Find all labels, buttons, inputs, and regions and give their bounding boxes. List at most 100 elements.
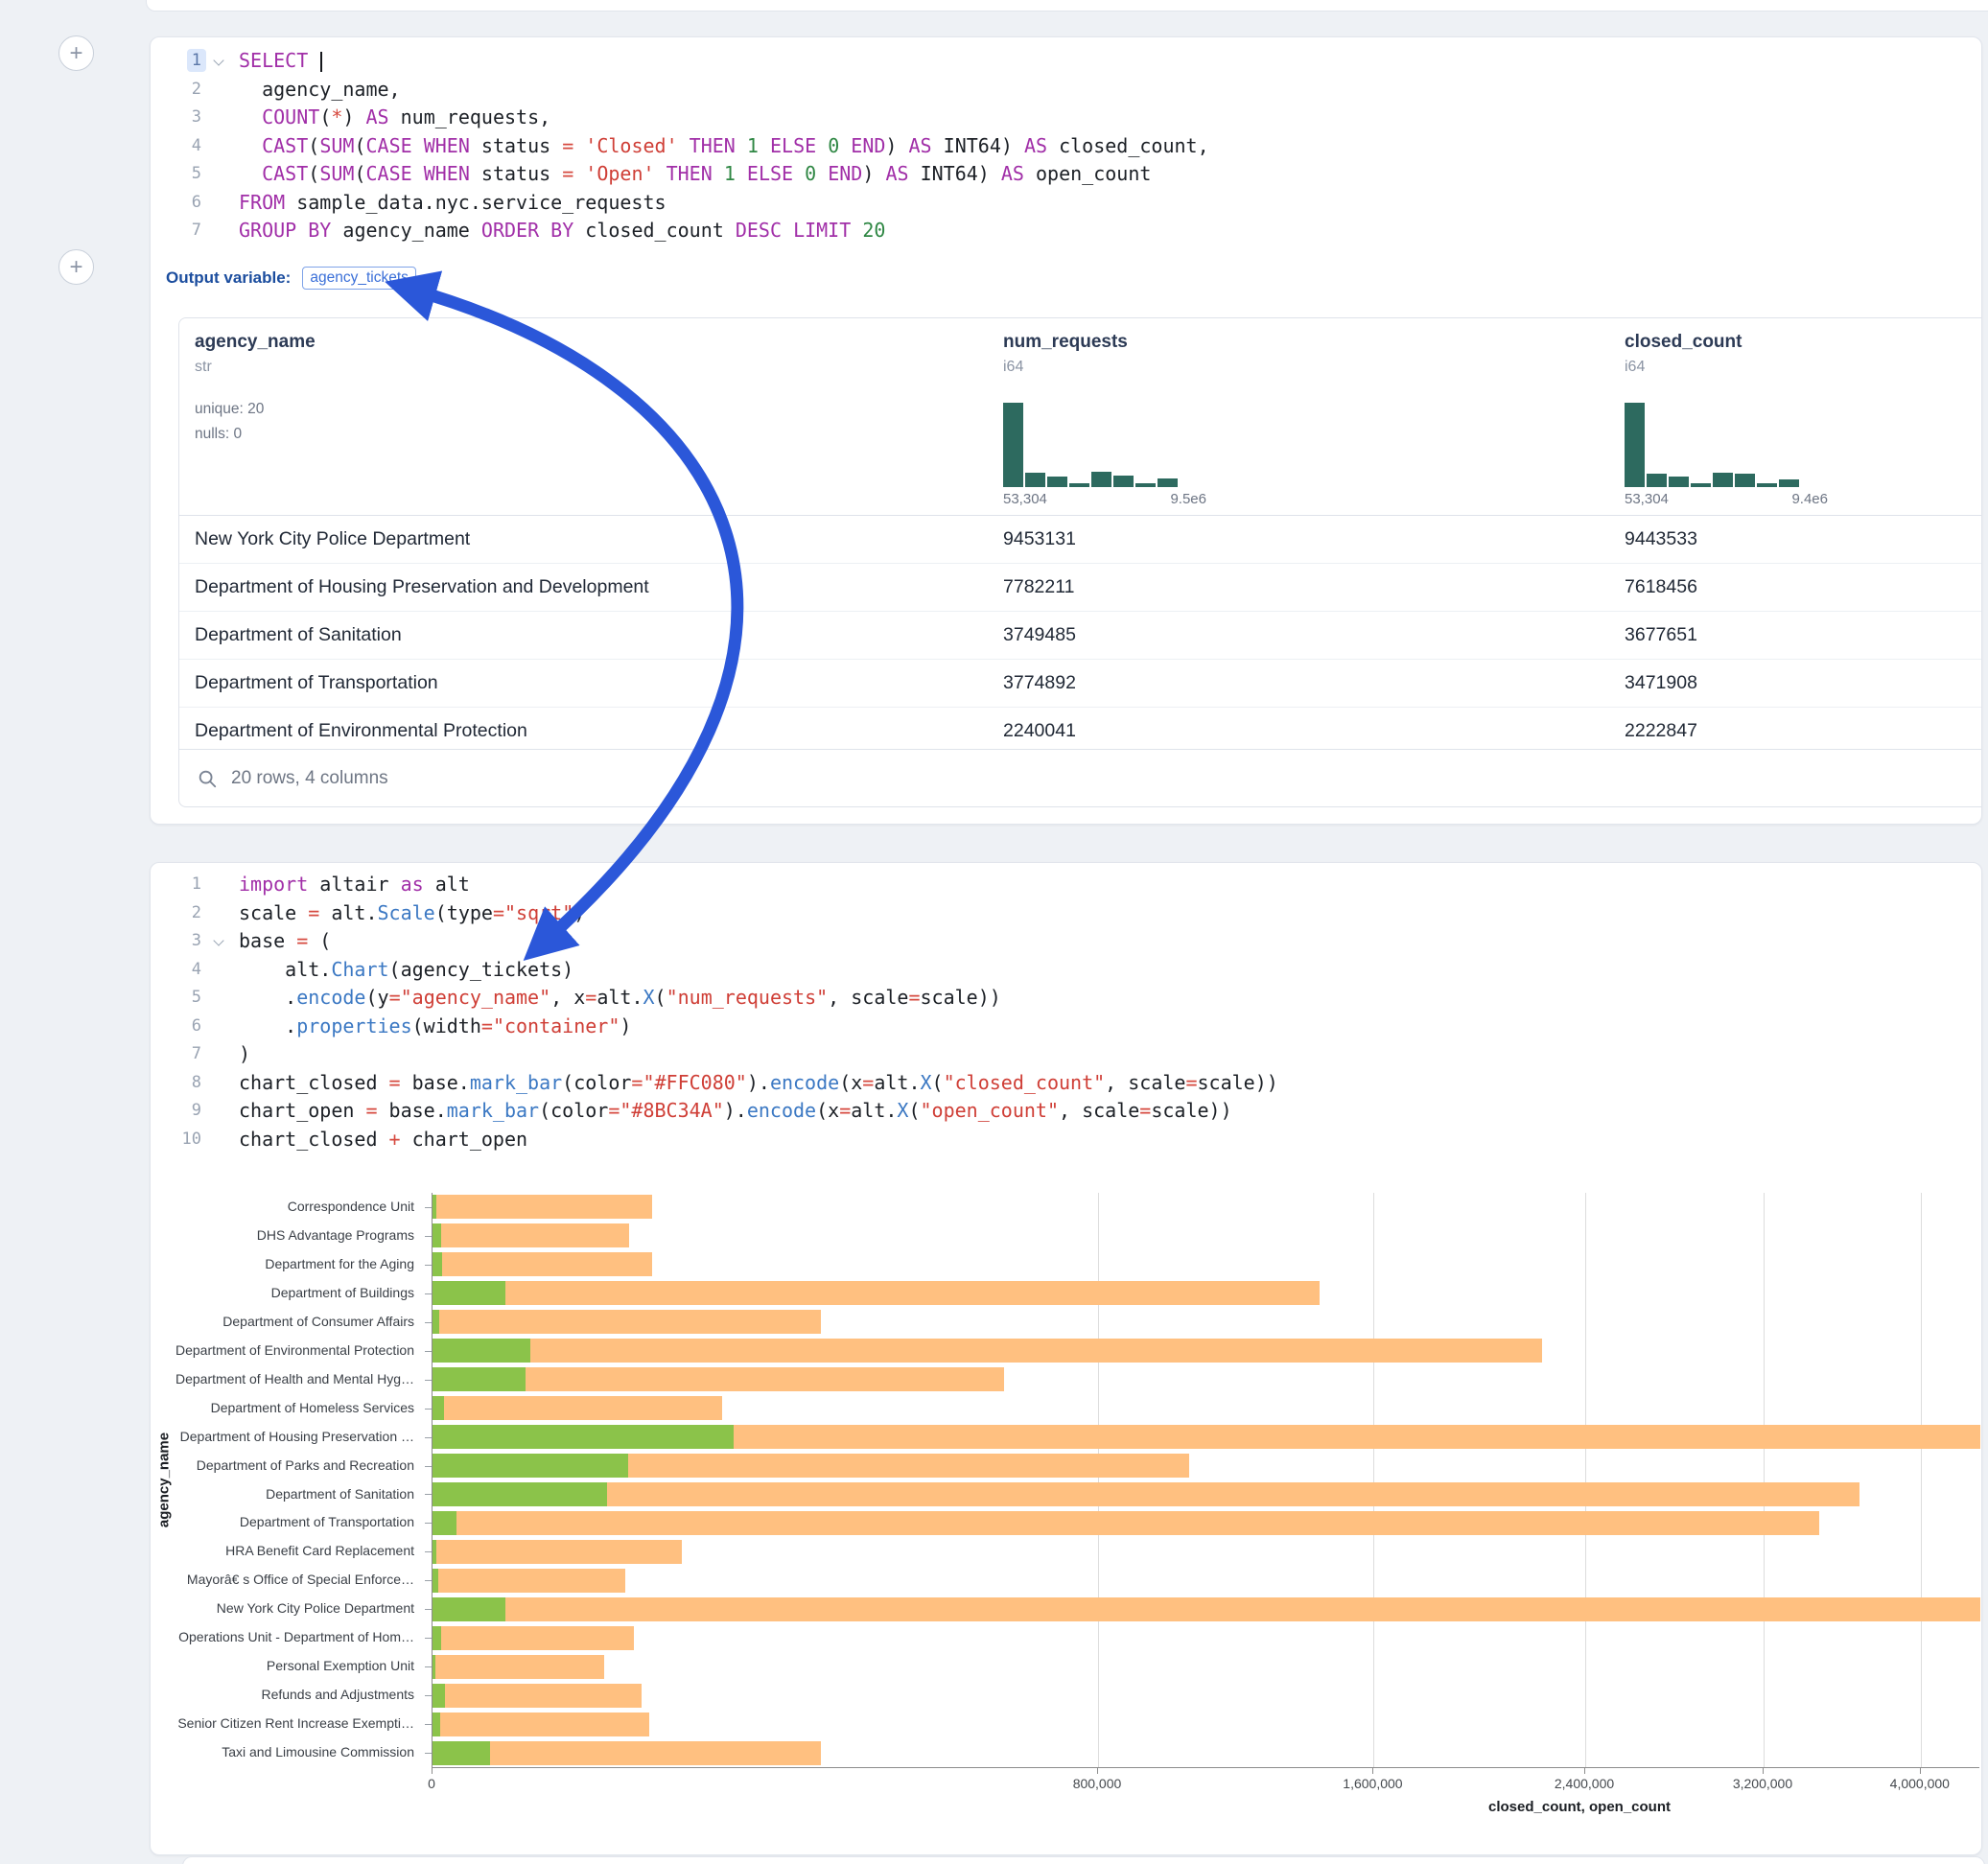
- code-line[interactable]: 7): [151, 1040, 1981, 1069]
- code-line[interactable]: 7GROUP BY agency_name ORDER BY closed_co…: [151, 217, 1981, 245]
- code-line[interactable]: 4 alt.Chart(agency_tickets): [151, 956, 1981, 985]
- collapse-chevron-icon[interactable]: [213, 55, 223, 65]
- x-tick-label: 0: [364, 1776, 499, 1791]
- column-header[interactable]: num_requestsi6453,3049.5e6: [988, 318, 1602, 515]
- code-line[interactable]: 2 agency_name,: [151, 76, 1981, 105]
- output-variable-chip[interactable]: agency_tickets: [302, 267, 416, 290]
- gridline: [1098, 1193, 1099, 1767]
- closed_count-bar: [433, 1741, 821, 1765]
- notebook-canvas: + + 1SELECT 2 agency_name,3 COUNT(*) AS …: [0, 0, 1988, 1864]
- category-label: Department of Buildings: [151, 1279, 414, 1308]
- closed_count-bar: [433, 1396, 722, 1420]
- column-header[interactable]: closed_counti6453,3049.4e6: [1609, 318, 1981, 515]
- table-cell: 2222847: [1625, 708, 1697, 755]
- code-line[interactable]: 1import altair as alt: [151, 871, 1981, 899]
- open_count-bar: [433, 1195, 436, 1219]
- y-tick: [425, 1466, 432, 1467]
- x-tick-label: 1,600,000: [1305, 1776, 1439, 1791]
- code-text: SELECT: [227, 47, 322, 76]
- histogram-bar: [1158, 478, 1178, 487]
- closed_count-bar: [433, 1684, 642, 1708]
- x-tick-label: 2,400,000: [1517, 1776, 1651, 1791]
- line-number: 6: [151, 1013, 227, 1041]
- gridline: [1585, 1193, 1586, 1767]
- open_count-bar: [433, 1252, 442, 1276]
- add-cell-button[interactable]: +: [58, 35, 94, 71]
- y-tick: [425, 1666, 432, 1667]
- open_count-bar: [433, 1223, 441, 1247]
- code-text: ): [227, 1040, 250, 1069]
- gridline: [1764, 1193, 1765, 1767]
- histogram-bar: [1647, 474, 1667, 487]
- closed_count-bar: [433, 1626, 634, 1650]
- y-tick: [425, 1236, 432, 1237]
- y-tick: [425, 1437, 432, 1438]
- search-icon[interactable]: [197, 768, 218, 789]
- x-tick: [1097, 1768, 1098, 1774]
- code-line[interactable]: 8chart_closed = base.mark_bar(color="#FF…: [151, 1069, 1981, 1098]
- category-label: Refunds and Adjustments: [151, 1681, 414, 1710]
- open_count-bar: [433, 1684, 445, 1708]
- column-name: agency_name: [195, 332, 316, 353]
- output-variable-label: Output variable:: [166, 268, 291, 288]
- y-tick: [425, 1207, 432, 1208]
- add-cell-button[interactable]: +: [58, 249, 94, 285]
- code-line[interactable]: 3 COUNT(*) AS num_requests,: [151, 104, 1981, 132]
- line-number: 4: [151, 956, 227, 985]
- code-line[interactable]: 10chart_closed + chart_open: [151, 1126, 1981, 1154]
- gridline: [1373, 1193, 1374, 1767]
- code-line[interactable]: 5 .encode(y="agency_name", x=alt.X("num_…: [151, 984, 1981, 1013]
- table-cell: Department of Environmental Protection: [195, 708, 527, 755]
- code-text: CAST(SUM(CASE WHEN status = 'Open' THEN …: [227, 160, 1151, 189]
- histogram-bar: [1779, 479, 1799, 487]
- y-tick: [425, 1638, 432, 1639]
- table-cell: 7782211: [1003, 564, 1074, 611]
- category-label: Correspondence Unit: [151, 1193, 414, 1222]
- histogram-bar: [1625, 403, 1645, 487]
- histogram-bar: [1091, 472, 1111, 487]
- category-label: DHS Advantage Programs: [151, 1222, 414, 1250]
- python-editor[interactable]: 1import altair as alt2scale = alt.Scale(…: [151, 871, 1981, 1153]
- code-line[interactable]: 6FROM sample_data.nyc.service_requests: [151, 189, 1981, 218]
- closed_count-bar: [433, 1569, 625, 1593]
- code-text: chart_closed = base.mark_bar(color="#FFC…: [227, 1069, 1278, 1098]
- x-axis-title: closed_count, open_count: [1388, 1799, 1771, 1815]
- category-label: Department of Health and Mental Hyg…: [151, 1365, 414, 1394]
- code-line[interactable]: 3base = (: [151, 927, 1981, 956]
- x-tick: [1763, 1768, 1764, 1774]
- table-row: Department of Environmental Protection 22…: [179, 707, 1981, 755]
- code-text: scale = alt.Scale(type="sqrt"): [227, 899, 585, 928]
- line-number: 1: [151, 47, 227, 76]
- table-header: agency_namestrunique: 20nulls: 0num_requ…: [179, 318, 1981, 516]
- open_count-bar: [433, 1281, 505, 1305]
- collapse-chevron-icon[interactable]: [213, 935, 223, 945]
- code-line[interactable]: 4 CAST(SUM(CASE WHEN status = 'Closed' T…: [151, 132, 1981, 161]
- category-label: Department of Environmental Protection: [151, 1337, 414, 1365]
- table-row: New York City Police Department945313194…: [179, 516, 1981, 563]
- code-line[interactable]: 5 CAST(SUM(CASE WHEN status = 'Open' THE…: [151, 160, 1981, 189]
- histogram-range: 53,3049.5e6: [1003, 491, 1206, 507]
- column-header[interactable]: agency_namestrunique: 20nulls: 0: [179, 318, 793, 515]
- code-line[interactable]: 1SELECT: [151, 47, 1981, 76]
- x-tick: [1372, 1768, 1373, 1774]
- open_count-bar: [433, 1597, 505, 1621]
- histogram-bar: [1113, 476, 1134, 487]
- sql-editor[interactable]: 1SELECT 2 agency_name,3 COUNT(*) AS num_…: [151, 47, 1981, 245]
- open_count-bar: [433, 1569, 438, 1593]
- y-tick: [425, 1494, 432, 1495]
- histogram-bar: [1003, 403, 1023, 487]
- open_count-bar: [433, 1367, 526, 1391]
- y-axis-labels: Correspondence UnitDHS Advantage Program…: [151, 1193, 424, 1767]
- histogram-bar: [1757, 483, 1777, 487]
- closed_count-bar: [433, 1597, 1980, 1621]
- table-row: Department of Transportation377489234719…: [179, 659, 1981, 707]
- code-line[interactable]: 6 .properties(width="container"): [151, 1013, 1981, 1041]
- code-line[interactable]: 2scale = alt.Scale(type="sqrt"): [151, 899, 1981, 928]
- histogram-min: 53,304: [1625, 491, 1669, 507]
- column-type: str: [195, 359, 212, 376]
- code-text: import altair as alt: [227, 871, 470, 899]
- line-number: 7: [151, 217, 227, 245]
- code-line[interactable]: 9chart_open = base.mark_bar(color="#8BC3…: [151, 1097, 1981, 1126]
- category-label: Taxi and Limousine Commission: [151, 1738, 414, 1767]
- x-tick: [432, 1768, 433, 1774]
